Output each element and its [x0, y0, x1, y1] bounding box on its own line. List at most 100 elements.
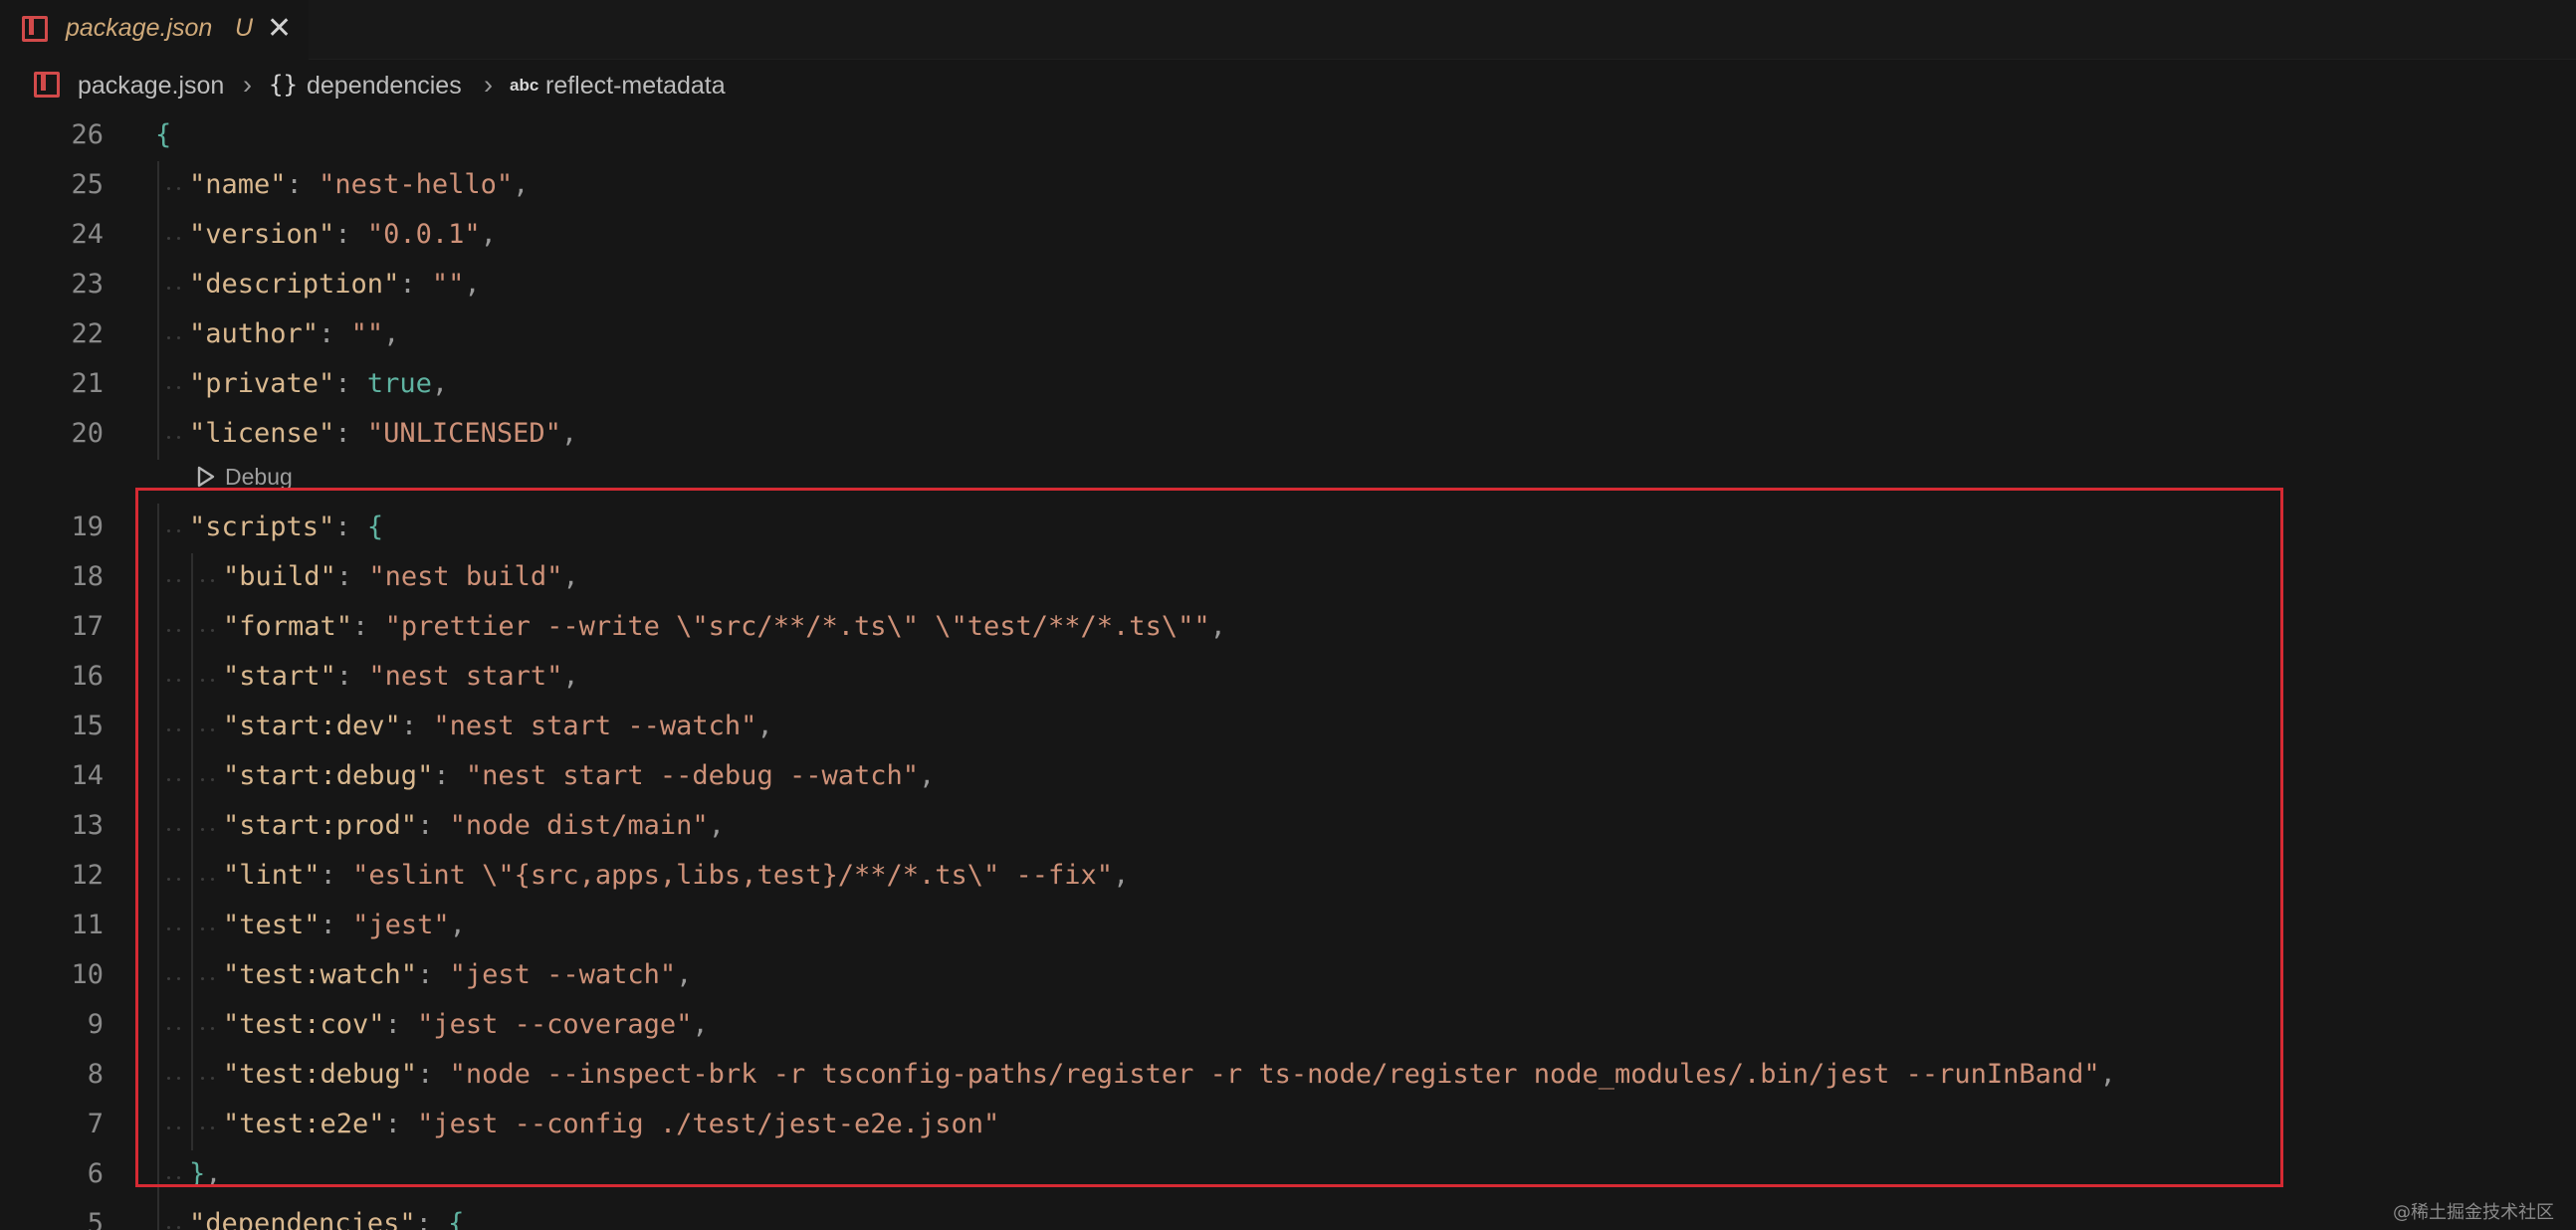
code-token: "author": [189, 318, 320, 349]
code-token: "start:dev": [223, 711, 401, 741]
breadcrumb-section[interactable]: dependencies: [307, 72, 462, 101]
tab-bar: package.json U ✕: [0, 0, 2576, 60]
indent-guide: [157, 360, 159, 410]
indent-guide: [157, 1150, 159, 1200]
code-line[interactable]: 14 "start:debug": "nest start --debug --w…: [0, 752, 2576, 802]
code-token: :: [352, 611, 385, 642]
indent-guide: [191, 703, 193, 752]
whitespace-dot: [201, 728, 204, 731]
code-line[interactable]: 12 "lint": "eslint \"{src,apps,libs,test}…: [0, 852, 2576, 902]
whitespace-dot: [167, 1127, 170, 1129]
indent-guide: [157, 553, 159, 603]
whitespace-dot: [201, 778, 204, 781]
code-line[interactable]: 18 "build": "nest build",: [0, 553, 2576, 603]
code-token: :: [399, 269, 432, 300]
code-token: :: [384, 1109, 418, 1139]
code-text: "test:e2e": "jest --config ./test/jest-e…: [223, 1109, 999, 1139]
debug-codelens[interactable]: Debug: [195, 462, 293, 492]
line-number: 17: [71, 611, 104, 642]
whitespace-dot: [211, 878, 214, 881]
breadcrumb-leaf[interactable]: reflect-metadata: [545, 72, 726, 101]
indent-guide: [191, 1001, 193, 1051]
line-number: 12: [71, 860, 104, 891]
code-line[interactable]: 21 "private": true,: [0, 360, 2576, 410]
whitespace-dot: [177, 436, 180, 439]
whitespace-dot: [167, 579, 170, 582]
whitespace-dot: [201, 679, 204, 682]
indent-guide: [157, 852, 159, 902]
code-text: "start:dev": "nest start --watch",: [223, 711, 773, 741]
code-token: ,: [562, 661, 579, 692]
code-token: }: [189, 1158, 206, 1189]
line-number: 6: [87, 1158, 104, 1189]
line-number: 16: [71, 661, 104, 692]
close-icon[interactable]: ✕: [267, 11, 292, 46]
code-line[interactable]: 25 "name": "nest-hello",: [0, 161, 2576, 211]
whitespace-dot: [177, 287, 180, 290]
tab-package-json[interactable]: package.json U ✕: [0, 0, 309, 60]
code-line[interactable]: 15 "start:dev": "nest start --watch",: [0, 703, 2576, 752]
code-line[interactable]: 7 "test:e2e": "jest --config ./test/jest-…: [0, 1101, 2576, 1150]
code-token: "start:prod": [223, 810, 418, 841]
code-text: "description": "",: [189, 269, 481, 300]
code-token: "build": [223, 561, 336, 592]
code-line[interactable]: 19 "scripts": {: [0, 504, 2576, 553]
code-token: "name": [189, 169, 287, 200]
whitespace-dot: [211, 629, 214, 632]
code-line[interactable]: 10 "test:watch": "jest --watch",: [0, 951, 2576, 1001]
indent-guide: [191, 553, 193, 603]
indent-guide: [157, 1001, 159, 1051]
code-line[interactable]: 9 "test:cov": "jest --coverage",: [0, 1001, 2576, 1051]
code-token: ,: [1113, 860, 1130, 891]
code-editor[interactable]: Debug 26 {25 "name": "nest-hello", 24 "versi…: [0, 111, 2576, 1230]
code-token: ,: [383, 318, 400, 349]
code-token: :: [400, 711, 434, 741]
code-line[interactable]: 11 "test": "jest",: [0, 902, 2576, 951]
line-number: 23: [71, 269, 104, 300]
code-line[interactable]: 23 "description": "",: [0, 261, 2576, 310]
whitespace-dot: [211, 579, 214, 582]
whitespace-dot: [177, 1176, 180, 1179]
code-token: "jest --watch": [449, 959, 677, 990]
whitespace-dot: [167, 187, 170, 190]
code-line[interactable]: 20 "license": "UNLICENSED",: [0, 410, 2576, 460]
code-token: "": [350, 318, 384, 349]
code-line[interactable]: 17 "format": "prettier --write \"src/**/*…: [0, 603, 2576, 653]
indent-guide: [191, 802, 193, 852]
code-token: true: [366, 368, 432, 399]
whitespace-dot: [201, 1027, 204, 1030]
indent-guide: [157, 951, 159, 1001]
line-number: 21: [71, 368, 104, 399]
code-line[interactable]: 22 "author": "",: [0, 310, 2576, 360]
tab-label: package.json: [66, 14, 213, 42]
code-text: "test:debug": "node --inspect-brk -r tsc…: [223, 1059, 2116, 1090]
code-token: "start": [223, 661, 336, 692]
code-token: ,: [449, 910, 466, 940]
code-line[interactable]: 16 "start": "nest start",: [0, 653, 2576, 703]
code-line[interactable]: 6},: [0, 1150, 2576, 1200]
indent-guide: [191, 902, 193, 951]
json-file-icon: [34, 72, 60, 98]
breadcrumb-file[interactable]: package.json: [78, 72, 224, 101]
code-token: "jest --config ./test/jest-e2e.json": [417, 1109, 1000, 1139]
whitespace-dot: [177, 878, 180, 881]
code-token: "jest": [352, 910, 450, 940]
code-line[interactable]: 24 "version": "0.0.1",: [0, 211, 2576, 261]
code-token: "start:debug": [223, 760, 434, 791]
whitespace-dot: [167, 927, 170, 930]
code-token: ,: [676, 959, 693, 990]
code-token: :: [384, 1009, 418, 1040]
code-line[interactable]: 13 "start:prod": "node dist/main",: [0, 802, 2576, 852]
code-token: :: [334, 418, 367, 449]
code-line[interactable]: 5 "dependencies": {: [0, 1200, 2576, 1230]
whitespace-dot: [177, 927, 180, 930]
code-line[interactable]: 26 {: [0, 111, 2576, 161]
indent-guide: [191, 852, 193, 902]
indent-guide: [157, 703, 159, 752]
code-token: "test": [223, 910, 321, 940]
whitespace-dot: [211, 828, 214, 831]
indent-guide: [157, 211, 159, 261]
whitespace-dot: [211, 778, 214, 781]
code-line[interactable]: 8 "test:debug": "node --inspect-brk -r ts…: [0, 1051, 2576, 1101]
untracked-badge: U: [235, 14, 254, 42]
